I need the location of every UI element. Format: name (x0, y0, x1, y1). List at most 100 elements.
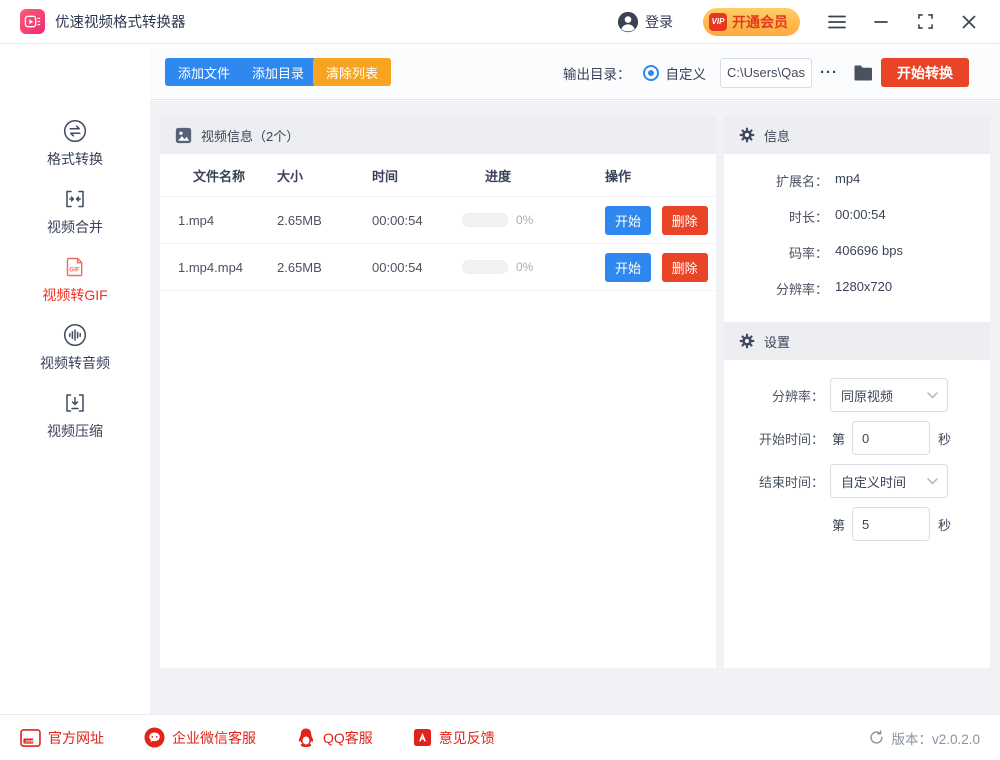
compress-icon (63, 390, 87, 416)
info-label: 扩展名： (724, 171, 828, 190)
file-size: 2.65MB (277, 260, 372, 275)
col-progress: 进度 (462, 166, 605, 185)
wechat-service-icon (144, 727, 165, 748)
sidebar-item-video-to-gif[interactable]: GIF 视频转GIF (0, 251, 150, 307)
end-time-prefix: 第 (832, 515, 845, 534)
info-label: 分辨率： (724, 279, 828, 298)
table-header-row: 文件名称 大小 时间 进度 操作 (160, 154, 716, 197)
chevron-down-icon (927, 478, 938, 485)
row-delete-button[interactable]: 删除 (662, 206, 708, 235)
custom-dir-radio[interactable] (643, 65, 659, 81)
output-dir-label: 输出目录： (563, 63, 631, 83)
add-directory-button[interactable]: 添加目录 (239, 58, 317, 86)
add-file-button[interactable]: 添加文件 (165, 58, 243, 86)
refresh-icon (869, 730, 884, 745)
info-value: 406696 bps (835, 243, 903, 262)
sidebar-item-label: 视频转音频 (40, 353, 110, 373)
row-start-button[interactable]: 开始 (605, 206, 651, 235)
table-row: 1.mp4.mp4 2.65MB 00:00:54 0% 开始 删除 (160, 244, 716, 291)
vip-upgrade-button[interactable]: VIP 开通会员 (703, 8, 800, 36)
login-button[interactable]: 登录 (617, 11, 673, 33)
custom-dir-radio-label: 自定义 (666, 63, 707, 83)
info-title: 信息 (764, 126, 790, 145)
qq-icon (296, 727, 316, 749)
close-icon (962, 15, 976, 29)
sidebar-item-video-to-audio[interactable]: 视频转音频 (0, 319, 150, 375)
minimize-button[interactable] (870, 11, 892, 33)
content-area: 视频信息（2个） 文件名称 大小 时间 进度 操作 1.mp4 2.65MB 0… (150, 101, 1000, 714)
app-title: 优速视频格式转换器 (55, 11, 186, 32)
gear-icon (739, 333, 755, 349)
end-time-mode-select[interactable]: 自定义时间 (830, 464, 948, 498)
vip-label: 开通会员 (732, 12, 788, 32)
resolution-select[interactable]: 同原视频 (830, 378, 948, 412)
info-value: mp4 (835, 171, 860, 190)
start-time-suffix: 秒 (938, 429, 951, 448)
start-time-label: 开始时间： (724, 429, 824, 448)
info-settings-panel: 信息 扩展名：mp4 时长：00:00:54 码率：406696 bps 分辨率… (724, 116, 990, 668)
end-time-label: 结束时间： (724, 472, 824, 491)
folder-icon (854, 65, 873, 81)
footer-link-label: 意见反馈 (439, 728, 495, 748)
format-convert-icon (63, 118, 87, 144)
sidebar-item-label: 格式转换 (47, 149, 103, 169)
sidebar-item-video-merge[interactable]: 视频合并 (0, 183, 150, 239)
col-size: 大小 (277, 166, 372, 185)
sidebar-item-format-convert[interactable]: 格式转换 (0, 115, 150, 171)
resolution-label: 分辨率： (724, 386, 824, 405)
sidebar-item-label: 视频压缩 (47, 421, 103, 441)
wechat-support-link[interactable]: 企业微信客服 (144, 727, 256, 748)
video-list-header: 视频信息（2个） (160, 116, 716, 154)
end-time-mode-value: 自定义时间 (841, 472, 906, 491)
version-label: 版本：v2.0.2.0 (891, 728, 980, 748)
resolution-value: 同原视频 (841, 386, 893, 405)
hamburger-icon (828, 15, 846, 29)
fullscreen-icon (918, 14, 933, 29)
footer-link-label: QQ客服 (323, 728, 373, 748)
open-folder-button[interactable] (854, 65, 873, 81)
footer-link-label: 企业微信客服 (172, 728, 256, 748)
gear-icon (739, 127, 755, 143)
sidebar-item-video-compress[interactable]: 视频压缩 (0, 387, 150, 443)
version-info: 版本：v2.0.2.0 (869, 728, 980, 748)
start-convert-button[interactable]: 开始转换 (881, 58, 969, 87)
info-header: 信息 (724, 116, 990, 154)
feedback-icon (413, 728, 432, 747)
file-name: 1.mp4.mp4 (178, 260, 277, 275)
clear-list-button[interactable]: 清除列表 (313, 58, 391, 86)
row-start-button[interactable]: 开始 (605, 253, 651, 282)
maximize-button[interactable] (914, 11, 936, 33)
file-time: 00:00:54 (372, 260, 462, 275)
end-time-suffix: 秒 (938, 515, 951, 534)
video-merge-icon (63, 186, 87, 212)
video-list-panel: 视频信息（2个） 文件名称 大小 时间 进度 操作 1.mp4 2.65MB 0… (160, 116, 716, 668)
feedback-link[interactable]: 意见反馈 (413, 728, 495, 748)
qq-support-link[interactable]: QQ客服 (296, 727, 373, 749)
titlebar: 优速视频格式转换器 登录 VIP 开通会员 (0, 0, 1000, 44)
footer-link-label: 官方网址 (48, 728, 104, 748)
browse-more-button[interactable]: ··· (820, 64, 838, 81)
progress-bar (462, 213, 508, 227)
user-icon (617, 11, 639, 33)
sidebar: 格式转换 视频合并 GIF 视频转GIF 视频转音频 视频压缩 (0, 45, 150, 714)
gif-file-icon: GIF (63, 254, 87, 280)
sidebar-item-label: 视频转GIF (42, 285, 107, 305)
start-time-input[interactable] (852, 421, 930, 455)
minimize-icon (874, 20, 888, 24)
end-time-input[interactable] (852, 507, 930, 541)
footer: .com 官方网址 企业微信客服 QQ客服 意见反馈 版本：v2.0.2.0 (0, 714, 1000, 760)
start-time-prefix: 第 (832, 429, 845, 448)
output-path-input[interactable] (720, 58, 812, 88)
file-time: 00:00:54 (372, 213, 462, 228)
login-label: 登录 (645, 12, 673, 32)
official-site-link[interactable]: .com 官方网址 (20, 728, 104, 748)
info-label: 时长： (724, 207, 828, 226)
close-button[interactable] (958, 11, 980, 33)
video-list-title: 视频信息（2个） (201, 126, 299, 145)
image-icon (175, 127, 192, 144)
website-icon: .com (20, 729, 41, 747)
menu-button[interactable] (826, 11, 848, 33)
row-delete-button[interactable]: 删除 (662, 253, 708, 282)
progress-value: 0% (516, 213, 533, 227)
settings-fields: 分辨率： 同原视频 开始时间： 第 秒 结束时间： 自定义时间 (724, 360, 990, 541)
